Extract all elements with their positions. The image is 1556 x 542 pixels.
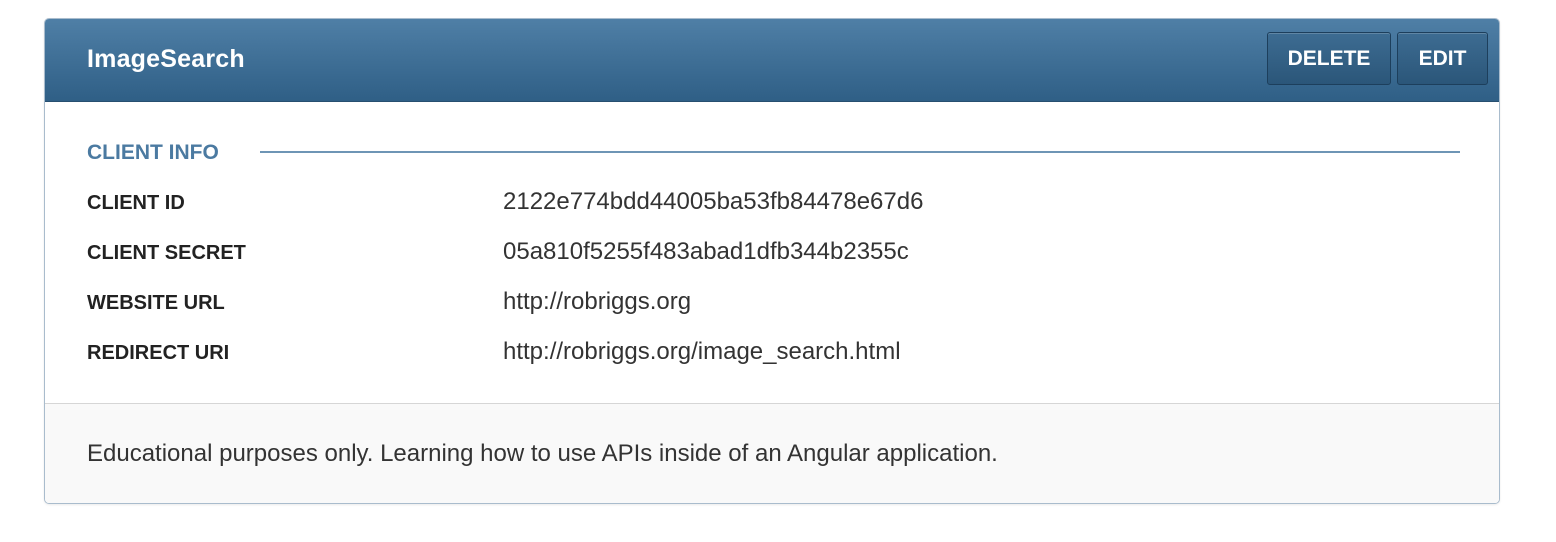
info-label: REDIRECT URI (87, 342, 230, 364)
info-row-client-id: CLIENT ID 2122e774bdd44005ba53fb84478e67… (87, 188, 1457, 218)
client-id-value: 2122e774bdd44005ba53fb84478e67d6 (503, 188, 924, 215)
section-title: CLIENT INFO (87, 141, 219, 164)
redirect-uri-value: http://robriggs.org/image_search.html (503, 338, 901, 365)
section-divider (260, 151, 1460, 153)
info-row-website-url: WEBSITE URL http://robriggs.org (87, 288, 1457, 318)
info-row-client-secret: CLIENT SECRET 05a810f5255f483abad1dfb344… (87, 238, 1457, 268)
delete-button[interactable]: DELETE (1267, 32, 1391, 85)
website-url-value: http://robriggs.org (503, 288, 692, 315)
card-footer: Educational purposes only. Learning how … (45, 404, 1499, 503)
info-label: CLIENT ID (87, 192, 185, 214)
client-secret-value: 05a810f5255f483abad1dfb344b2355c (503, 238, 909, 265)
info-label: CLIENT SECRET (87, 242, 246, 264)
client-card: ImageSearch DELETE EDIT CLIENT INFO CLIE… (44, 18, 1500, 504)
info-row-redirect-uri: REDIRECT URI http://robriggs.org/image_s… (87, 338, 1457, 368)
client-info-section: CLIENT INFO CLIENT ID 2122e774bdd44005ba… (45, 102, 1499, 404)
app-description: Educational purposes only. Learning how … (87, 440, 998, 467)
card-header: ImageSearch DELETE EDIT (45, 19, 1499, 102)
info-label: WEBSITE URL (87, 292, 225, 314)
edit-button[interactable]: EDIT (1397, 32, 1488, 85)
app-title: ImageSearch (87, 45, 245, 73)
